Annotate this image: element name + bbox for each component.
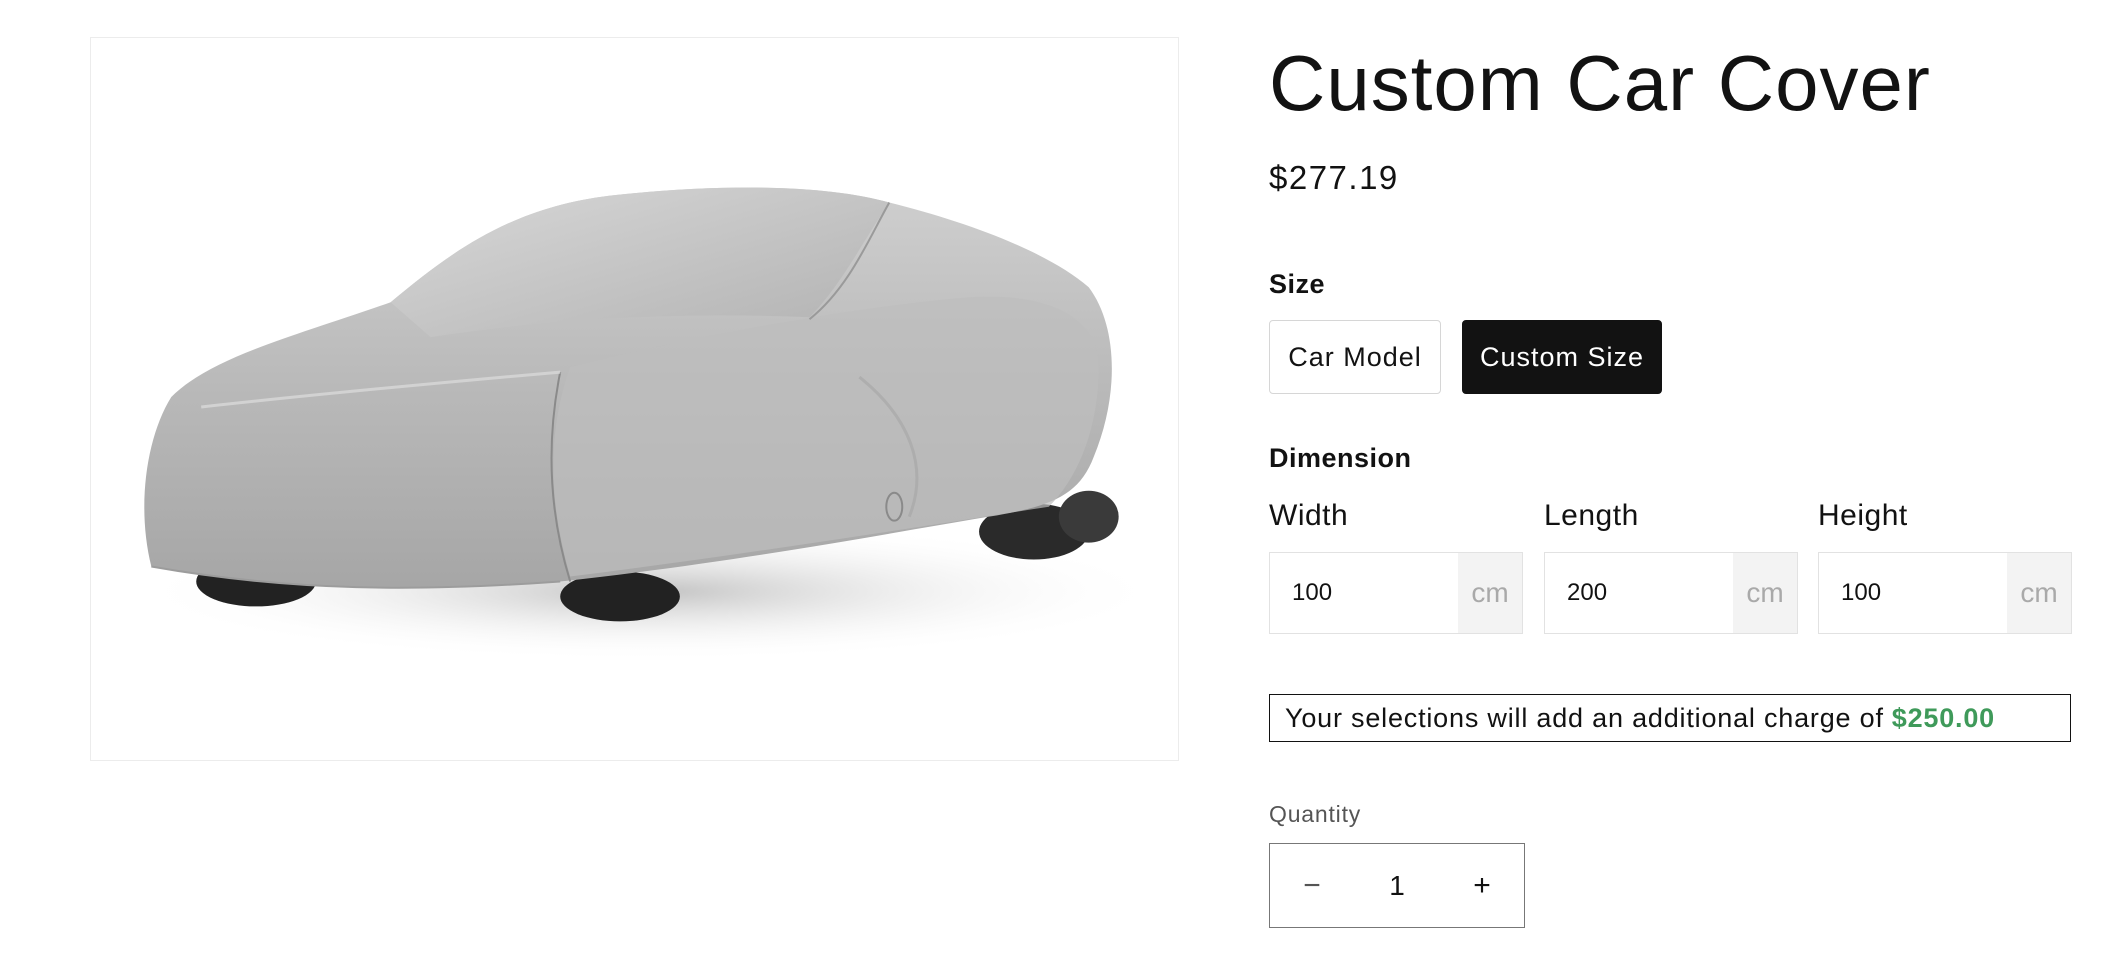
product-image[interactable] — [90, 37, 1179, 761]
additional-charge-notice: Your selections will add an additional c… — [1269, 694, 2071, 742]
decrease-quantity-button[interactable]: − — [1270, 844, 1354, 927]
height-label: Height — [1818, 499, 1908, 532]
length-input[interactable]: 200 cm — [1544, 552, 1798, 634]
width-group: Width 100 cm — [1269, 498, 1523, 634]
dimension-label: Dimension — [1269, 443, 1412, 473]
height-value[interactable]: 100 — [1819, 553, 2007, 633]
increase-quantity-button[interactable]: + — [1440, 844, 1524, 927]
length-unit: cm — [1733, 553, 1797, 633]
quantity-stepper: − 1 + — [1269, 843, 1525, 928]
product-title: Custom Car Cover — [1269, 39, 1931, 127]
product-price: $277.19 — [1269, 159, 1399, 196]
length-group: Length 200 cm — [1544, 498, 1798, 634]
charge-text: Your selections will add an additional c… — [1285, 702, 1884, 733]
quantity-value[interactable]: 1 — [1354, 870, 1440, 902]
width-value[interactable]: 100 — [1270, 553, 1458, 633]
width-input[interactable]: 100 cm — [1269, 552, 1523, 634]
quantity-label: Quantity — [1269, 801, 1362, 827]
width-label: Width — [1269, 499, 1349, 532]
charge-amount: $250.00 — [1891, 702, 1995, 733]
size-label: Size — [1269, 269, 1326, 299]
length-label: Length — [1544, 499, 1639, 532]
plus-icon: + — [1473, 868, 1491, 902]
height-group: Height 100 cm — [1818, 498, 2072, 634]
product-page: Custom Car Cover $277.19 Size Car Model … — [0, 0, 2128, 956]
width-unit: cm — [1458, 553, 1522, 633]
height-input[interactable]: 100 cm — [1818, 552, 2072, 634]
size-option-custom-size[interactable]: Custom Size — [1462, 320, 1662, 394]
minus-icon: − — [1303, 868, 1321, 902]
height-unit: cm — [2007, 553, 2071, 633]
size-option-car-model[interactable]: Car Model — [1269, 320, 1441, 394]
length-value[interactable]: 200 — [1545, 553, 1733, 633]
car-cover-image — [131, 187, 1169, 662]
